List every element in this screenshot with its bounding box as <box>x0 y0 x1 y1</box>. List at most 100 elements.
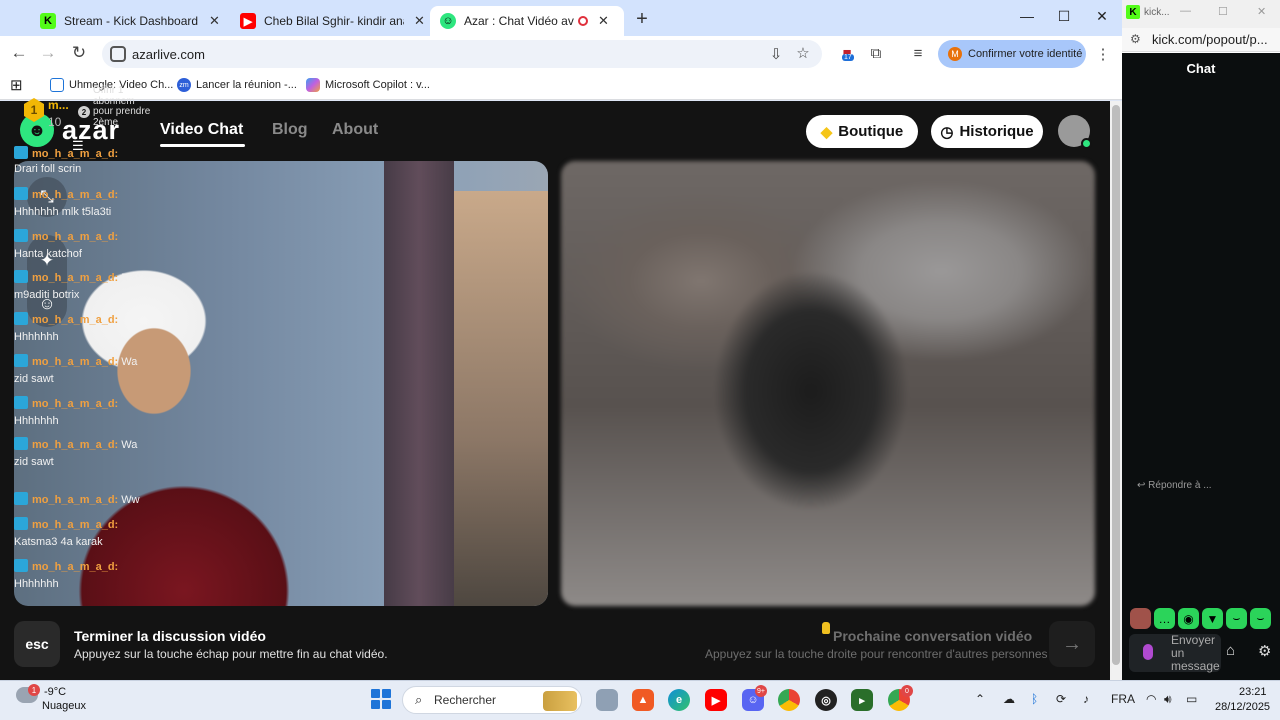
site-settings-icon[interactable]: ⚙ <box>1130 32 1141 46</box>
maximize-icon[interactable]: ☐ <box>1218 5 1228 18</box>
chat-username[interactable]: mo_h_a_m_a_d <box>32 561 115 573</box>
menu-icon[interactable]: ⋮ <box>1093 45 1113 63</box>
badge-icon <box>14 492 28 505</box>
close-icon[interactable]: ✕ <box>414 13 425 29</box>
kick-studio-icon[interactable]: ▸ <box>851 689 873 711</box>
esc-key-button[interactable]: esc <box>14 621 60 667</box>
emote-bar: … ◉ ▼ ⌣ ⌣ <box>1130 608 1280 630</box>
chat-username[interactable]: mo_h_a_m_a_d <box>32 314 115 326</box>
language-indicator[interactable]: FRA <box>1111 692 1135 706</box>
bookmark-copilot[interactable]: Microsoft Copilot : v... <box>306 78 430 92</box>
emote-chat-icon[interactable]: … <box>1154 608 1175 629</box>
onedrive-icon[interactable]: ☁ <box>1003 692 1015 706</box>
bookmark-star-icon[interactable]: ☆ <box>793 44 813 62</box>
settings-icon[interactable]: ⚙ <box>1258 642 1271 660</box>
battery-icon[interactable]: ▭ <box>1186 692 1197 706</box>
youtube-icon[interactable]: ▶ <box>705 689 727 711</box>
close-window-icon[interactable]: ✕ <box>1257 5 1266 18</box>
reload-icon[interactable]: ↻ <box>68 43 90 63</box>
tab-title: Azar : Chat Vidéo avec de n <box>464 14 574 28</box>
boutique-button[interactable]: ◆ Boutique <box>806 115 918 148</box>
media-control-icon[interactable]: ≡ <box>908 45 928 62</box>
tab-azar[interactable]: ☺ Azar : Chat Vidéo avec de n ✕ <box>430 6 624 36</box>
next-arrow-button[interactable]: → <box>1049 621 1095 667</box>
chat-username[interactable]: mo_h_a_m_a_d <box>32 494 115 506</box>
close-icon[interactable]: ✕ <box>209 13 220 29</box>
scrollbar-thumb[interactable] <box>1112 105 1120 665</box>
weather-temperature[interactable]: -9°C <box>44 686 66 698</box>
emote-face-icon[interactable] <box>1130 608 1151 629</box>
close-icon[interactable]: ✕ <box>598 13 609 29</box>
chat-username[interactable]: mo_h_a_m_a_d <box>32 231 115 243</box>
message-text: Hhhhhhh <box>14 577 59 590</box>
chat-message: mo_h_a_m_a_d: Katsma3 4a karak <box>14 517 119 548</box>
minimize-icon[interactable]: — <box>1180 5 1191 17</box>
chat-username[interactable]: mo_h_a_m_a_d <box>32 148 115 160</box>
emote-smile-icon[interactable]: ⌣ <box>1226 608 1247 629</box>
back-icon[interactable]: ← <box>8 43 30 63</box>
chat-username[interactable]: mo_h_a_m_a_d <box>32 189 115 201</box>
chat-username[interactable]: mo_h_a_m_a_d <box>32 398 115 410</box>
bluetooth-icon[interactable]: ᛒ <box>1031 692 1038 706</box>
wifi-icon[interactable]: ◠ <box>1146 692 1156 706</box>
emote-grin-icon[interactable]: ⌣ <box>1250 608 1271 629</box>
emote-alien-icon[interactable]: ▼ <box>1202 608 1223 629</box>
chat-username[interactable]: mo_h_a_m_a_d <box>32 272 115 284</box>
site-info-icon[interactable] <box>110 46 126 62</box>
nav-about[interactable]: About <box>332 121 378 139</box>
gift-badge: 2 <box>78 106 90 118</box>
mic-icon[interactable] <box>1143 644 1153 660</box>
weather-description[interactable]: Nuageux <box>42 700 86 712</box>
close-window-icon[interactable]: ✕ <box>1092 8 1112 25</box>
page-scrollbar[interactable] <box>1110 101 1122 680</box>
chat-message: mo_h_a_m_a_d: Hhhhhhh <box>14 312 119 343</box>
chat-username[interactable]: mo_h_a_m_a_d <box>32 356 115 368</box>
address-bar[interactable]: azarlive.com ⇩ ☆ <box>102 40 822 68</box>
pinned-username[interactable]: m... <box>48 98 69 112</box>
forward-icon[interactable]: → <box>37 43 59 63</box>
nav-blog[interactable]: Blog <box>272 121 308 139</box>
windows-start-icon[interactable] <box>371 689 391 709</box>
taskbar-search[interactable]: ⌕ Rechercher <box>402 686 582 714</box>
sync-icon[interactable]: ⟳ <box>1056 692 1066 706</box>
apps-grid-icon[interactable]: ⊞ <box>10 76 23 94</box>
chat-username[interactable]: mo_h_a_m_a_d <box>32 439 115 451</box>
nav-video-chat[interactable]: Video Chat <box>160 121 243 139</box>
minimize-icon[interactable]: — <box>1017 8 1037 24</box>
store-icon[interactable]: ⌂ <box>1226 642 1235 659</box>
gift-sub-button[interactable]: Offrir 1 abonnem pour prendre 2ème <box>93 85 155 128</box>
chat-message-input[interactable]: Envoyer un message <box>1129 634 1221 673</box>
brave-icon[interactable]: ▲ <box>632 689 654 711</box>
end-chat-subtitle: Appuyez sur la touche échap pour mettre … <box>74 647 388 661</box>
tab-youtube[interactable]: ▶ Cheb Bilal Sghir- kindir ana - Y ✕ <box>230 6 435 36</box>
reply-hint-text: Répondre à ... <box>1148 480 1212 491</box>
message-text: Hhhhhhh <box>14 414 59 427</box>
search-highlight-icon <box>543 691 577 711</box>
microphone-icon[interactable]: ♪ <box>1083 692 1089 706</box>
chrome-icon[interactable] <box>778 689 800 711</box>
volume-icon[interactable]: 🔊︎ <box>1164 692 1172 707</box>
chat-username[interactable]: mo_h_a_m_a_d <box>32 519 115 531</box>
user-avatar[interactable] <box>1058 115 1092 149</box>
clock-date[interactable]: 28/12/2025 <box>1215 701 1270 713</box>
kick-address-bar[interactable]: ⚙ kick.com/popout/p... <box>1122 28 1280 52</box>
edge-icon[interactable]: e <box>668 689 690 711</box>
bookmark-zoom[interactable]: zm Lancer la réunion -... <box>177 78 297 92</box>
task-view-icon[interactable] <box>596 689 618 711</box>
chat-message: mo_h_a_m_a_d: Hanta katchof <box>14 229 119 260</box>
obs-icon[interactable]: ◎ <box>815 689 837 711</box>
new-tab-icon[interactable]: + <box>632 8 652 31</box>
tab-title: Stream - Kick Dashboard <box>64 14 199 28</box>
install-app-icon[interactable]: ⇩ <box>766 45 786 63</box>
historique-button[interactable]: ◷ Historique <box>931 115 1043 148</box>
badge-icon <box>14 312 28 325</box>
clock-time[interactable]: 23:21 <box>1239 686 1267 698</box>
chat-message: mo_h_a_m_a_d: Ww <box>14 492 154 509</box>
emote-eyes-icon[interactable]: ◉ <box>1178 608 1199 629</box>
show-hidden-icons[interactable]: ⌃ <box>975 692 985 706</box>
identity-button[interactable]: M Confirmer votre identité <box>938 40 1086 68</box>
maximize-icon[interactable]: ☐ <box>1054 8 1074 25</box>
tab-kick-dashboard[interactable]: K Stream - Kick Dashboard ✕ <box>30 6 230 36</box>
bookmark-label: Microsoft Copilot : v... <box>325 79 430 91</box>
puzzle-icon[interactable]: ⧉ <box>866 45 886 62</box>
